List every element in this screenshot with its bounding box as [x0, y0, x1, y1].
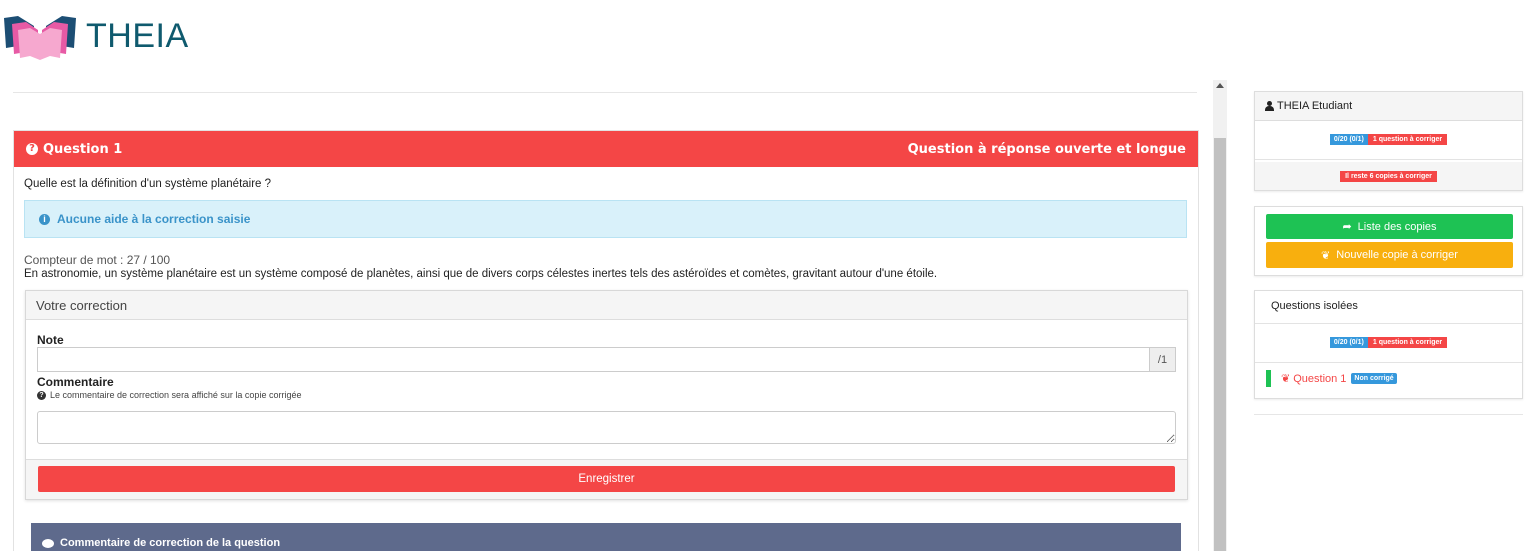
correction-panel-title: Votre correction	[26, 291, 1187, 320]
user-name: THEIA Etudiant	[1277, 100, 1353, 112]
new-copy-button[interactable]: ❦ Nouvelle copie à corriger	[1266, 242, 1513, 268]
theia-logo[interactable]: THEIA	[4, 12, 189, 60]
user-icon	[1265, 101, 1274, 111]
question-title: Question 1	[43, 141, 123, 157]
book-logo-icon	[4, 16, 76, 60]
app-name: THEIA	[86, 16, 189, 55]
sidebar-divider	[1254, 414, 1523, 415]
correction-hint-alert: i Aucune aide à la correction saisie	[24, 200, 1187, 238]
question-text: Quelle est la définition d'un système pl…	[24, 178, 272, 190]
note-max-addon: /1	[1149, 347, 1176, 372]
comment-help-text: Le commentaire de correction sera affich…	[50, 390, 302, 400]
divider	[1255, 323, 1522, 324]
note-input[interactable]	[37, 347, 1149, 372]
comment-textarea[interactable]	[37, 411, 1176, 444]
student-answer: En astronomie, un système planétaire est…	[24, 268, 938, 280]
question-circle-icon: ?	[37, 390, 46, 400]
status-badge: Non corrigé	[1351, 373, 1397, 384]
user-panel: THEIA Etudiant 0/20 (0/1) 1 question à c…	[1254, 91, 1523, 191]
copies-list-button[interactable]: ➦ Liste des copies	[1266, 214, 1513, 239]
scroll-thumb[interactable]	[1214, 138, 1226, 551]
remaining-copies-badge: Il reste 6 copies à corriger	[1340, 170, 1437, 182]
divider	[1255, 159, 1522, 160]
correction-comment-section-header[interactable]: Commentaire de correction de la question	[31, 523, 1181, 551]
new-copy-label: Nouvelle copie à corriger	[1336, 249, 1458, 261]
note-label: Note	[37, 333, 64, 347]
question-header: ? Question 1 Question à réponse ouverte …	[14, 131, 1198, 167]
comment-help: ? Le commentaire de correction sera affi…	[37, 390, 301, 400]
word-counter: Compteur de mot : 27 / 100	[24, 253, 171, 267]
leaf-icon: ❦	[1281, 373, 1291, 385]
question-circle-icon: ?	[26, 143, 38, 155]
user-panel-header: THEIA Etudiant	[1255, 92, 1522, 121]
save-button[interactable]: Enregistrer	[38, 466, 1175, 492]
status-indicator	[1266, 370, 1271, 387]
actions-panel: ➦ Liste des copies ❦ Nouvelle copie à co…	[1254, 206, 1523, 276]
question-list-item[interactable]: ❦ Question 1 Non corrigé	[1266, 370, 1397, 387]
to-correct-badge: 1 question à corriger	[1367, 134, 1448, 145]
to-correct-badge: 1 question à corriger	[1367, 337, 1448, 348]
question-type: Question à réponse ouverte et longue	[907, 141, 1186, 157]
user-panel-footer: Il reste 6 copies à corriger	[1255, 162, 1522, 190]
isolated-questions-panel: Questions isolées 0/20 (0/1) 1 question …	[1254, 290, 1523, 399]
comment-section-title: Commentaire de correction de la question	[60, 537, 281, 549]
top-divider	[13, 92, 1197, 93]
correction-panel: Votre correction Note /1 Commentaire ? L…	[25, 290, 1188, 500]
info-icon: i	[39, 213, 50, 225]
comment-icon	[42, 538, 54, 548]
question-list-item-label[interactable]: Question 1	[1293, 373, 1346, 385]
score-badge: 0/20 (0/1)	[1329, 337, 1368, 348]
copies-list-label: Liste des copies	[1357, 220, 1437, 233]
isolated-score-badges: 0/20 (0/1) 1 question à corriger	[1255, 337, 1522, 348]
user-score-badges: 0/20 (0/1) 1 question à corriger	[1255, 134, 1522, 145]
divider	[1255, 362, 1522, 363]
hint-text: Aucune aide à la correction saisie	[57, 212, 251, 226]
share-arrow-icon: ➦	[1342, 221, 1352, 233]
isolated-questions-title: Questions isolées	[1271, 299, 1358, 312]
leaf-icon: ❦	[1321, 249, 1331, 262]
main-scrollbar[interactable]	[1213, 80, 1227, 551]
score-badge: 0/20 (0/1)	[1329, 134, 1368, 145]
question-card: ? Question 1 Question à réponse ouverte …	[13, 130, 1199, 551]
comment-label: Commentaire	[37, 375, 114, 389]
scroll-up-arrow-icon[interactable]	[1216, 83, 1224, 88]
